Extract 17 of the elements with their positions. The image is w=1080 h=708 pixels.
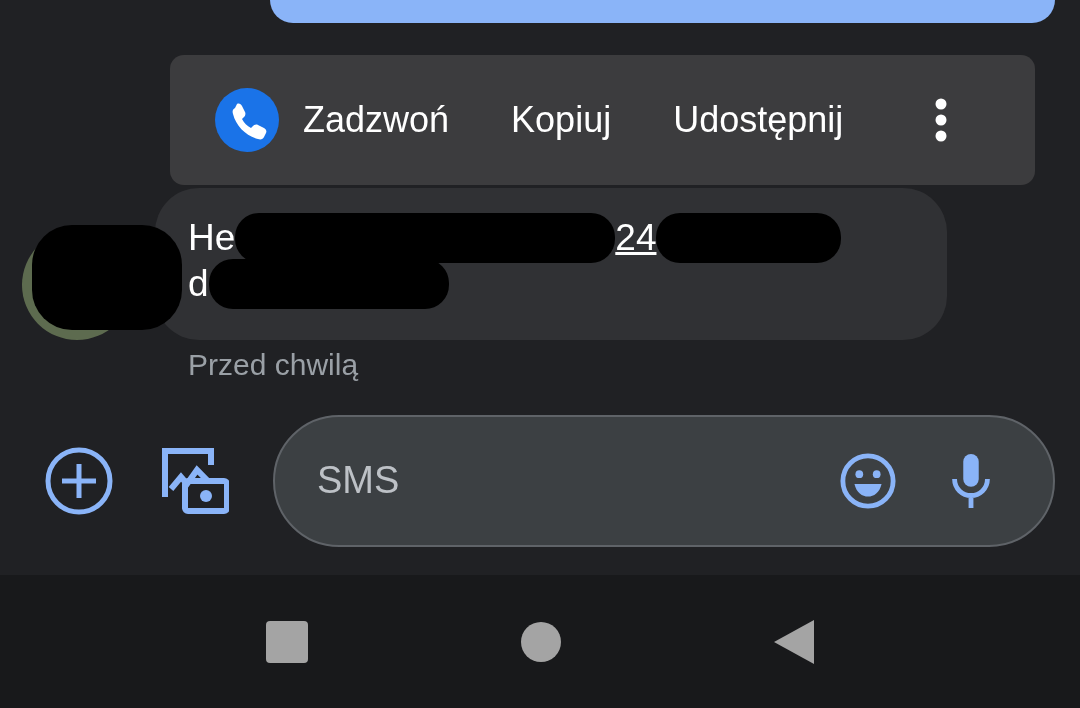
message-input-field[interactable]: SMS [315,458,787,503]
call-button[interactable]: Zadzwoń [215,88,450,152]
microphone-icon[interactable] [949,451,993,510]
add-icon[interactable] [45,446,113,515]
back-icon[interactable] [773,619,814,664]
message-text: He [188,216,236,260]
recents-icon[interactable] [266,620,309,663]
timestamp: Przed chwilą [187,347,360,383]
message-link[interactable]: 24 [615,216,657,260]
phone-icon [215,88,279,152]
emoji-icon[interactable] [839,451,897,510]
more-icon[interactable] [935,98,948,142]
menu-item[interactable]: Udostępnij [673,99,844,141]
menu-item[interactable]: Kopiuj [511,99,612,141]
message-text: d [188,262,209,306]
image-camera-icon[interactable] [161,446,229,515]
home-icon[interactable] [521,621,561,662]
